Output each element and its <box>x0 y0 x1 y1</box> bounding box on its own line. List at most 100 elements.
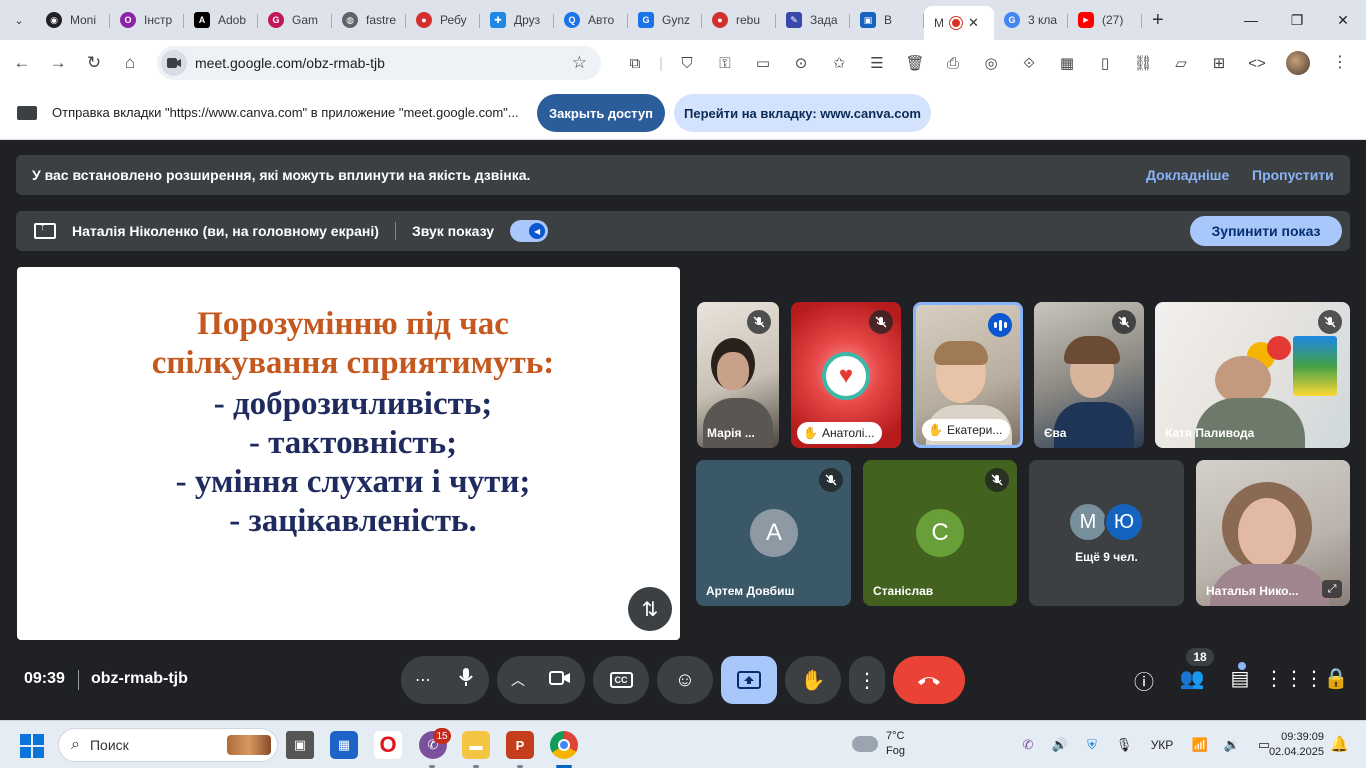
browser-tab[interactable]: ● rebu <box>702 5 776 35</box>
browser-tab[interactable]: ◍ fastre <box>332 5 406 35</box>
browser-menu-icon[interactable]: ⋮ <box>1332 52 1348 72</box>
more-participants-tile[interactable]: М Ю Ещё 9 чел. <box>1029 460 1184 606</box>
speaker-icon[interactable]: 🔉 <box>1216 737 1248 753</box>
bookmark-star-icon[interactable]: ☆ <box>572 53 587 73</box>
learn-more-link[interactable]: Докладніше <box>1146 167 1229 183</box>
windows-start-icon[interactable] <box>20 734 44 758</box>
taskbar-search[interactable]: ⌕ Поиск <box>58 728 278 762</box>
viber-tray-icon[interactable]: ✆ <box>1012 737 1044 753</box>
close-window-icon[interactable]: ✕ <box>1320 0 1366 40</box>
defender-tray-icon[interactable]: ⛨ <box>1076 737 1108 753</box>
raise-hand-button[interactable]: ✋ <box>785 656 841 704</box>
opera-icon[interactable]: O <box>374 731 402 759</box>
weather-widget[interactable]: 7°C Fog <box>852 729 905 759</box>
maximize-icon[interactable]: ❐ <box>1274 0 1320 40</box>
browser-tab[interactable]: ✎ Зада <box>776 5 850 35</box>
browser-tab[interactable]: ✚ Друз <box>480 5 554 35</box>
browser-tab[interactable]: Q Авто <box>554 5 628 35</box>
extensions-puzzle-icon[interactable]: ⧉ <box>616 55 654 72</box>
language-indicator[interactable]: УКР <box>1140 738 1184 752</box>
participant-tile-speaking[interactable]: ✋ Екатери... <box>913 302 1023 448</box>
browser-tab[interactable]: G Gam <box>258 5 332 35</box>
meeting-info-icon[interactable]: ⓘ <box>1120 666 1168 695</box>
star-list-icon[interactable]: ✩ <box>820 54 858 72</box>
minimize-icon[interactable]: — <box>1228 0 1274 40</box>
participant-tile[interactable]: ♥ ✋ Анатолі... <box>791 302 901 448</box>
delete-icon[interactable]: 🗑 <box>896 54 934 72</box>
go-to-shared-tab-button[interactable]: Перейти на вкладку: www.canva.com <box>674 94 931 132</box>
translate-icon[interactable]: ⟐ <box>1010 55 1048 72</box>
browser-tab[interactable]: O Інстр <box>110 5 184 35</box>
browser-tab[interactable]: ▶ (27) <box>1068 5 1142 35</box>
host-controls-icon[interactable]: 🔒 <box>1312 666 1360 695</box>
card-icon[interactable]: ▭ <box>744 54 782 72</box>
site-info-icon[interactable] <box>161 50 187 76</box>
swap-layout-icon[interactable]: ⇅ <box>628 587 672 631</box>
profile-avatar[interactable] <box>1286 51 1310 75</box>
reading-list-icon[interactable]: ☰ <box>858 54 896 72</box>
home-icon[interactable]: ⌂ <box>112 45 148 81</box>
chrome-icon[interactable] <box>550 731 578 759</box>
link-icon[interactable]: ⛓ <box>1124 54 1162 72</box>
browser-tab[interactable]: G 3 кла <box>994 5 1068 35</box>
activities-icon[interactable]: ⋮⋮⋮ <box>1264 666 1324 695</box>
stop-sharing-button[interactable]: Закрыть доступ <box>537 94 665 132</box>
more-options-button[interactable]: ⋮ <box>849 656 885 704</box>
leave-call-button[interactable] <box>893 656 965 704</box>
qr-code-icon[interactable]: ▦ <box>1048 54 1086 72</box>
picture-in-picture-icon[interactable]: ⤢ <box>1322 580 1342 598</box>
browser-tab[interactable]: ● Ребу <box>406 5 480 35</box>
microphone-tray-icon[interactable]: 🎙 <box>1108 737 1140 753</box>
participant-tile[interactable]: Катя Паливода <box>1155 302 1350 448</box>
location-icon[interactable]: ⊙ <box>782 54 820 72</box>
system-clock[interactable]: 09:39:09 02.04.2025 <box>1266 730 1324 760</box>
notifications-icon[interactable]: 🔔 <box>1330 735 1349 753</box>
participant-video <box>934 341 988 365</box>
task-view-icon[interactable]: ▣ <box>286 731 314 759</box>
new-tab-icon[interactable]: + <box>1152 9 1164 32</box>
chat-icon[interactable]: ▤ <box>1216 666 1264 695</box>
microphone-button[interactable] <box>457 666 475 694</box>
audio-options-icon[interactable]: ⋯ <box>415 670 431 690</box>
tab-search-chevron-icon[interactable]: ⌄ <box>6 7 32 33</box>
tab-favicon-icon: G <box>268 12 284 28</box>
stop-presenting-button[interactable]: Зупинити показ <box>1190 216 1342 246</box>
browser-tab[interactable]: A Adob <box>184 5 258 35</box>
participant-tile[interactable]: Єва <box>1034 302 1144 448</box>
browser-tab-active[interactable]: М ✕ <box>924 6 994 40</box>
captions-button[interactable]: CC <box>593 656 649 704</box>
forward-icon[interactable]: → <box>40 45 76 81</box>
participant-tile[interactable]: С Станіслав <box>863 460 1017 606</box>
reader-icon[interactable]: ▯ <box>1086 54 1124 72</box>
devices-icon[interactable]: ▱ <box>1162 54 1200 72</box>
dismiss-link[interactable]: Пропустити <box>1252 167 1334 183</box>
participant-tile[interactable]: А Артем Довбиш <box>696 460 851 606</box>
back-icon[interactable]: ← <box>4 45 40 81</box>
participant-tile[interactable]: Марія ... <box>697 302 779 448</box>
camera-button[interactable] <box>549 669 571 692</box>
present-now-button[interactable] <box>721 656 777 704</box>
wifi-icon[interactable]: 📶 <box>1184 737 1216 753</box>
volume-tray-icon[interactable]: 🔊 <box>1044 737 1076 753</box>
screenshot-icon[interactable]: ◎ <box>972 54 1010 72</box>
search-icon: ⌕ <box>71 736 80 753</box>
participant-tile-self[interactable]: Наталья Нико... ⤢ <box>1196 460 1350 606</box>
share-audio-toggle[interactable]: ◀ <box>510 220 549 242</box>
close-tab-icon[interactable]: ✕ <box>968 15 979 31</box>
address-bar[interactable]: meet.google.com/obz-rmab-tjb ☆ <box>157 46 601 80</box>
reload-icon[interactable]: ↻ <box>76 45 112 81</box>
video-options-icon[interactable]: ︿ <box>511 670 525 690</box>
key-icon[interactable]: ⚿ <box>706 55 744 72</box>
browser-tab[interactable]: ▣ В <box>850 5 924 35</box>
print-icon[interactable]: ⎙ <box>934 55 972 72</box>
store-icon[interactable]: ▦ <box>330 731 358 759</box>
powerpoint-icon[interactable]: P <box>506 731 534 759</box>
reactions-button[interactable]: ☺ <box>657 656 713 704</box>
file-explorer-icon[interactable]: ▬ <box>462 731 490 759</box>
table-icon[interactable]: ⊞ <box>1200 54 1238 72</box>
people-icon[interactable]: 👥 <box>1168 666 1216 695</box>
browser-tab[interactable]: G Gynz <box>628 5 702 35</box>
incognito-icon[interactable]: ⛉ <box>668 55 706 72</box>
code-icon[interactable]: <> <box>1238 55 1276 72</box>
browser-tab[interactable]: ◉ Moni <box>36 5 110 35</box>
